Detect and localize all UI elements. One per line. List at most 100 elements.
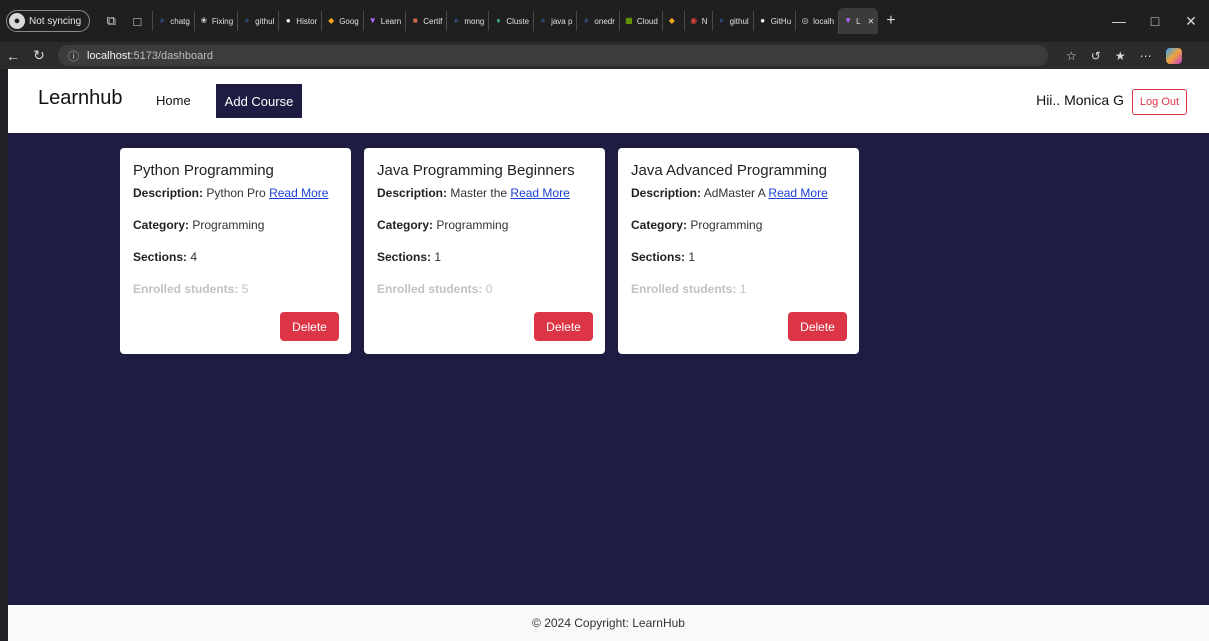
- tab-list: ⌕ chatg ❀ Fixing ⌕ githul ● Histor ◆ Goog ▼ Learn ■ C…: [152, 7, 879, 35]
- microsoft-icon: ▦: [625, 16, 633, 25]
- browser-tab[interactable]: ♦ Cluste: [488, 11, 533, 31]
- user-greeting: Hii.. Monica G: [1036, 92, 1124, 108]
- browser-tab[interactable]: ▼ L ✕: [838, 8, 879, 34]
- github-icon: ●: [285, 16, 291, 25]
- browser-tab[interactable]: ● GitHu: [752, 11, 795, 31]
- search-icon: ⌕: [540, 16, 546, 25]
- certificate-icon: ■: [412, 16, 418, 25]
- dashboard-page: Learnhub Home Add Course Hii.. Monica G …: [8, 69, 1209, 641]
- refresh-icon[interactable]: ↻: [26, 47, 52, 64]
- browser-tab-label: Cluste: [506, 16, 530, 26]
- browser-tab-label: java p: [551, 16, 573, 26]
- course-enrolled: Enrolled students: 1: [631, 282, 747, 296]
- browser-tab[interactable]: ◆ Goog: [321, 11, 363, 31]
- nav-home-link[interactable]: Home: [156, 93, 191, 108]
- profile-avatar-icon: ●: [9, 13, 25, 29]
- browser-tab-strip: ● Not syncing ⧉ □ ⌕ chatg ❀ Fixing ⌕ githul ● H…: [0, 0, 1209, 42]
- mongodb-leaf-icon: ♦: [496, 16, 501, 25]
- browser-tab[interactable]: ⌕ mong: [446, 11, 488, 31]
- course-sections: Sections: 4: [133, 250, 198, 264]
- window-close-icon[interactable]: ✕: [1173, 13, 1209, 30]
- new-tab-icon[interactable]: +: [886, 12, 895, 30]
- copilot-icon[interactable]: [1165, 47, 1182, 64]
- course-enrolled: Enrolled students: 0: [377, 282, 493, 296]
- browser-tab[interactable]: ⌕ githul: [711, 11, 753, 31]
- browser-tab[interactable]: ▦ Cloud: [618, 11, 662, 31]
- brand-logo[interactable]: Learnhub: [38, 87, 123, 110]
- browser-tab-label: Fixing: [211, 16, 234, 26]
- browser-tab[interactable]: ◉ N: [683, 11, 712, 31]
- delete-course-button[interactable]: Delete: [788, 312, 847, 341]
- browser-tab[interactable]: ■ Certif: [405, 11, 446, 31]
- vite-icon: ▼: [368, 16, 377, 25]
- browser-tab[interactable]: ● Histor: [278, 11, 321, 31]
- globe-icon: ◎: [801, 16, 809, 25]
- info-icon[interactable]: ⓘ: [68, 48, 79, 64]
- course-description: Description: Master the Read More: [377, 186, 570, 200]
- course-sections: Sections: 1: [631, 250, 696, 264]
- course-description: Description: AdMaster A Read More: [631, 186, 828, 200]
- browser-tab[interactable]: ⌕ java p: [533, 11, 576, 31]
- profile-sync-button[interactable]: ● Not syncing: [6, 10, 91, 32]
- search-icon: ⌕: [719, 16, 724, 25]
- refresh-extension-icon[interactable]: ↺: [1091, 49, 1101, 63]
- back-icon[interactable]: ←: [0, 48, 26, 64]
- google-cloud-icon: ◆: [668, 16, 675, 25]
- add-course-button[interactable]: Add Course: [216, 84, 302, 118]
- workspaces-icon[interactable]: ⧉: [100, 10, 122, 32]
- browser-tab[interactable]: ⌕ chatg: [152, 11, 194, 31]
- chatgpt-icon: ❀: [200, 16, 208, 25]
- course-description: Description: Python Pro Read More: [133, 186, 329, 200]
- browser-tab-label: Histor: [296, 16, 318, 26]
- browser-tab[interactable]: ❀ Fixing: [193, 11, 237, 31]
- minimize-icon[interactable]: —: [1101, 13, 1137, 29]
- address-bar-row: ← ↻ ⓘ localhost:5173/dashboard ☆ ↺ ★ ⋯: [0, 42, 1209, 69]
- delete-course-button[interactable]: Delete: [534, 312, 593, 341]
- search-icon: ⌕: [160, 16, 165, 25]
- restore-icon[interactable]: □: [1137, 13, 1173, 29]
- window-controls: — □ ✕: [1101, 0, 1209, 42]
- course-category: Category: Programming: [631, 218, 763, 232]
- browser-tab[interactable]: ⌕ onedr: [576, 11, 618, 31]
- browser-tab[interactable]: ▼ Learn: [362, 11, 405, 31]
- course-card: Python Programming Description: Python P…: [120, 148, 351, 354]
- record-icon: ◉: [690, 16, 698, 25]
- more-options-icon[interactable]: ⋯: [1140, 49, 1152, 63]
- app-navbar: Learnhub Home Add Course Hii.. Monica G …: [8, 69, 1209, 133]
- page-footer: © 2024 Copyright: LearnHub: [8, 605, 1209, 641]
- browser-tab-label: Cloud: [636, 16, 658, 26]
- browser-tab-label: L: [856, 16, 861, 26]
- github-icon: ●: [760, 16, 766, 25]
- browser-tab-label: Certif: [423, 16, 443, 26]
- read-more-link[interactable]: Read More: [510, 186, 569, 200]
- browser-tab-label: onedr: [594, 16, 615, 26]
- logout-button[interactable]: Log Out: [1132, 89, 1187, 115]
- browser-tab-label: chatg: [170, 16, 190, 26]
- browser-tab[interactable]: ◎ localh: [795, 11, 838, 31]
- favorites-icon[interactable]: ★: [1115, 49, 1126, 63]
- delete-course-button[interactable]: Delete: [280, 312, 339, 341]
- tab-close-icon[interactable]: ✕: [868, 17, 875, 26]
- browser-tab[interactable]: ◆: [661, 11, 684, 31]
- browser-tab-label: GitHu: [770, 16, 792, 26]
- url-path: :5173/dashboard: [130, 49, 213, 62]
- browser-tab-label: githul: [729, 16, 749, 26]
- course-title: Java Advanced Programming: [631, 162, 827, 179]
- course-card: Java Programming Beginners Description: …: [364, 148, 605, 354]
- read-more-link[interactable]: Read More: [768, 186, 827, 200]
- search-icon: ⌕: [454, 16, 459, 25]
- course-card: Java Advanced Programming Description: A…: [618, 148, 859, 354]
- browser-tab-label: N: [701, 16, 708, 26]
- course-title: Java Programming Beginners: [377, 162, 575, 179]
- profile-sync-label: Not syncing: [29, 15, 82, 27]
- url-host: localhost: [87, 49, 131, 62]
- browser-tab[interactable]: ⌕ githul: [237, 11, 278, 31]
- url-input[interactable]: ⓘ localhost:5173/dashboard: [58, 45, 1048, 66]
- search-icon: ⌕: [244, 16, 250, 25]
- course-category: Category: Programming: [377, 218, 509, 232]
- tab-actions-icon[interactable]: □: [126, 10, 148, 32]
- course-enrolled: Enrolled students: 5: [133, 282, 249, 296]
- course-title: Python Programming: [133, 162, 274, 179]
- favorite-star-icon[interactable]: ☆: [1066, 49, 1077, 63]
- read-more-link[interactable]: Read More: [269, 186, 328, 200]
